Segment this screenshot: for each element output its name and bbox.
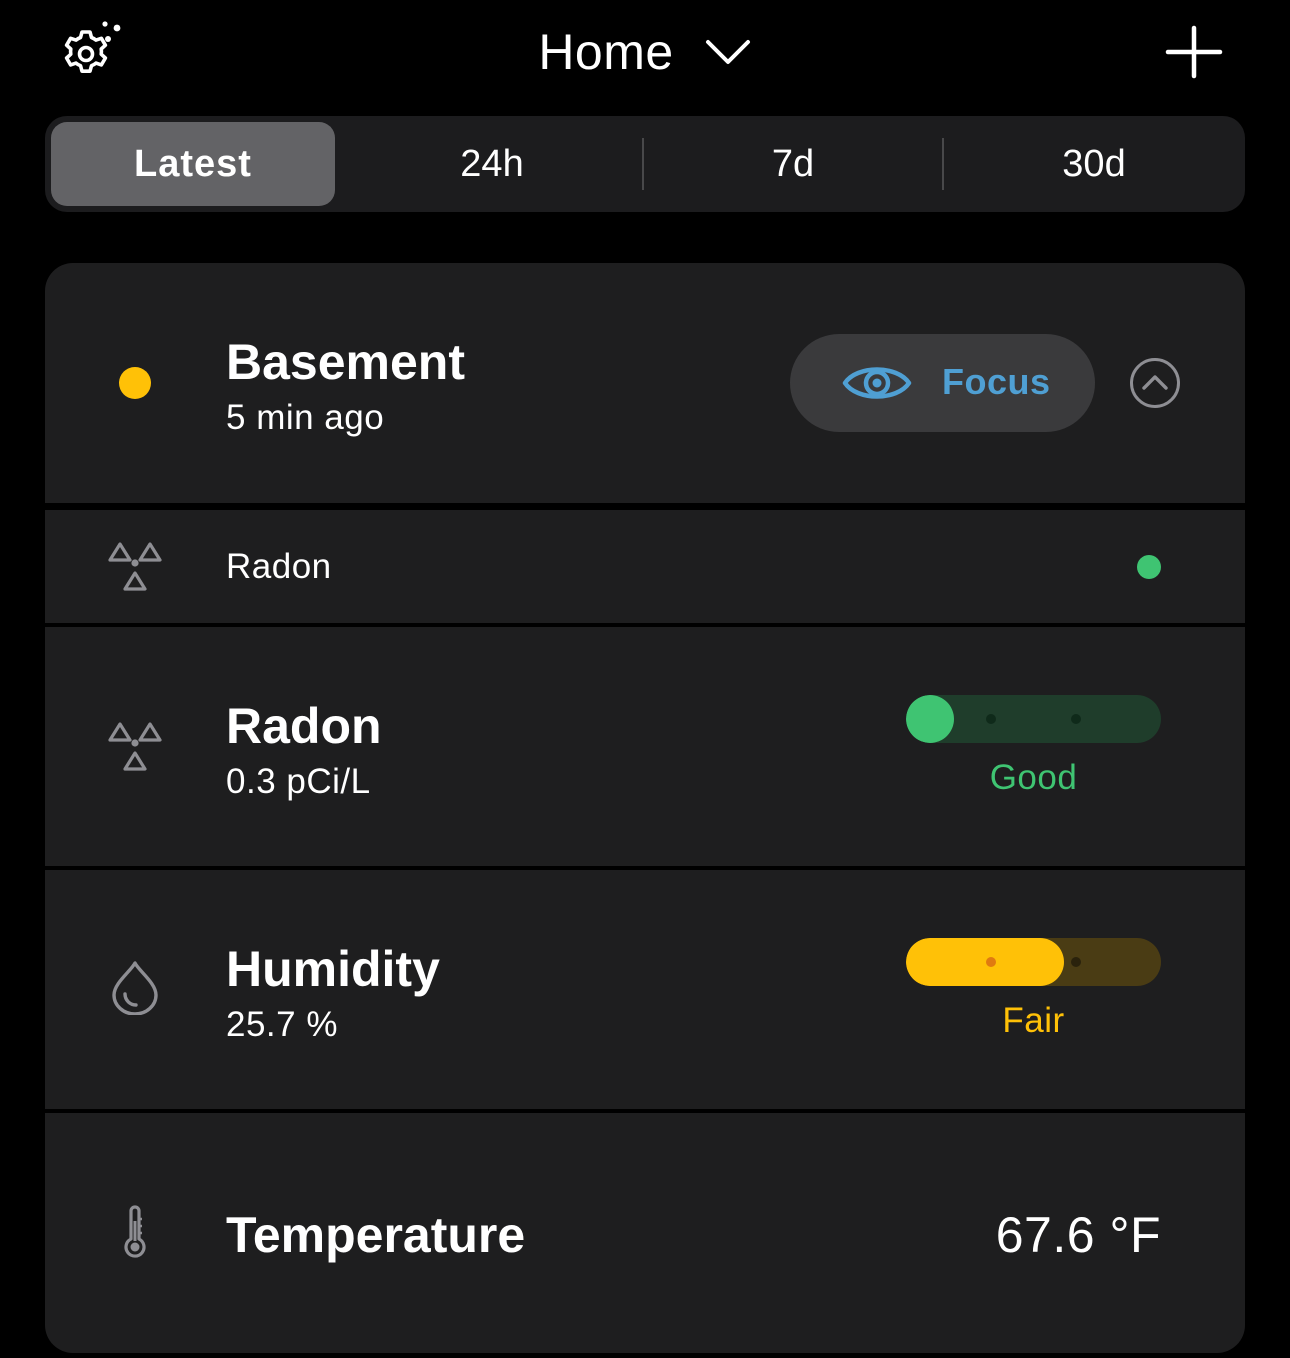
tab-latest[interactable]: Latest (51, 122, 335, 206)
row-divider (45, 503, 1245, 510)
humidity-gauge (906, 938, 1161, 986)
radiation-icon (108, 542, 162, 591)
gauge-tick (1071, 957, 1081, 967)
summary-label: Radon (226, 547, 332, 586)
device-name: Basement (226, 334, 465, 390)
plus-icon (1165, 25, 1223, 79)
row-divider (45, 623, 1245, 627)
water-drop-icon (112, 961, 158, 1015)
row-divider (45, 866, 1245, 870)
eye-icon (842, 367, 912, 399)
summary-sensor-icon-wrap (105, 539, 165, 595)
chevron-down-icon (705, 40, 750, 64)
radon-gauge-fill (906, 695, 954, 743)
settings-button[interactable] (56, 18, 124, 82)
gauge-tick (986, 714, 996, 724)
location-selector-wrap: Home (0, 20, 1290, 84)
metric-value-temperature: 67.6 °F (995, 1207, 1161, 1263)
row-divider (45, 1109, 1245, 1113)
gauge-tick (986, 957, 996, 967)
metric-name-temperature: Temperature (226, 1207, 526, 1263)
time-range-tabs: Latest 24h 7d 30d (45, 116, 1245, 212)
add-device-button[interactable] (1164, 24, 1224, 80)
gauge-tick (1071, 714, 1081, 724)
location-title: Home (538, 24, 674, 80)
metric-value-radon: 0.3 pCi/L (226, 762, 371, 801)
radon-icon-wrap (105, 719, 165, 775)
summary-status-dot (1137, 555, 1161, 579)
tab-24h[interactable]: 24h (343, 122, 641, 206)
settings-gear-icon (64, 21, 121, 73)
device-card: Basement 5 min ago Focus Radon Radon 0.3… (45, 263, 1245, 1353)
last-updated: 5 min ago (226, 398, 385, 437)
chevron-up-icon (1130, 358, 1180, 408)
radon-gauge (906, 695, 1161, 743)
humidity-rating: Fair (1002, 1001, 1065, 1040)
tab-7d[interactable]: 7d (644, 122, 942, 206)
metric-name-radon: Radon (226, 698, 382, 754)
metric-name-humidity: Humidity (226, 941, 440, 997)
humidity-gauge-fill (906, 938, 1064, 986)
focus-label: Focus (942, 361, 1051, 402)
collapse-button[interactable] (1129, 357, 1181, 409)
metric-value-humidity: 25.7 % (226, 1005, 338, 1044)
tab-30d[interactable]: 30d (944, 122, 1244, 206)
radiation-icon (108, 722, 162, 771)
radon-rating: Good (989, 758, 1078, 797)
temperature-icon-wrap (107, 1205, 163, 1261)
focus-button[interactable]: Focus (790, 334, 1095, 432)
thermometer-icon (124, 1205, 146, 1258)
location-selector[interactable]: Home (538, 23, 751, 81)
humidity-icon-wrap (105, 959, 165, 1015)
top-bar: Home (0, 0, 1290, 105)
device-status-dot (119, 367, 151, 399)
